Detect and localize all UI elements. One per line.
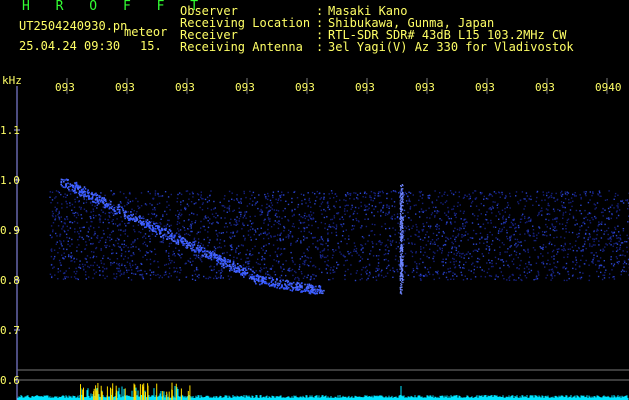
x-tick-label: 093 [355,81,375,94]
spectrogram-chart: kHz 1.1 1.0 0.9 0.8 0.7 0.6 093 093 093 093 093 093 0… [0,74,629,400]
x-tick-label: 093 [235,81,255,94]
x-tick-label: 0940 [595,81,622,94]
y-tick-label: 0.9 [0,224,20,237]
noise-band [49,184,629,295]
x-tick-label: 093 [175,81,195,94]
y-tick-label: 1.0 [0,174,20,187]
x-tick-label: 093 [475,81,495,94]
y-tick-label: 0.8 [0,274,20,287]
y-tick-label: 0.7 [0,324,20,337]
y-axis-label: kHz [2,74,22,87]
x-tick-label: 093 [115,81,135,94]
y-tick-label: 0.6 [0,374,20,387]
x-tick-label: 093 [295,81,315,94]
intensity-trace [17,382,629,400]
x-tick-label: 093 [55,81,75,94]
x-tick-label: 093 [535,81,555,94]
y-tick-label: 1.1 [0,124,20,137]
x-tick-label: 093 [415,81,435,94]
